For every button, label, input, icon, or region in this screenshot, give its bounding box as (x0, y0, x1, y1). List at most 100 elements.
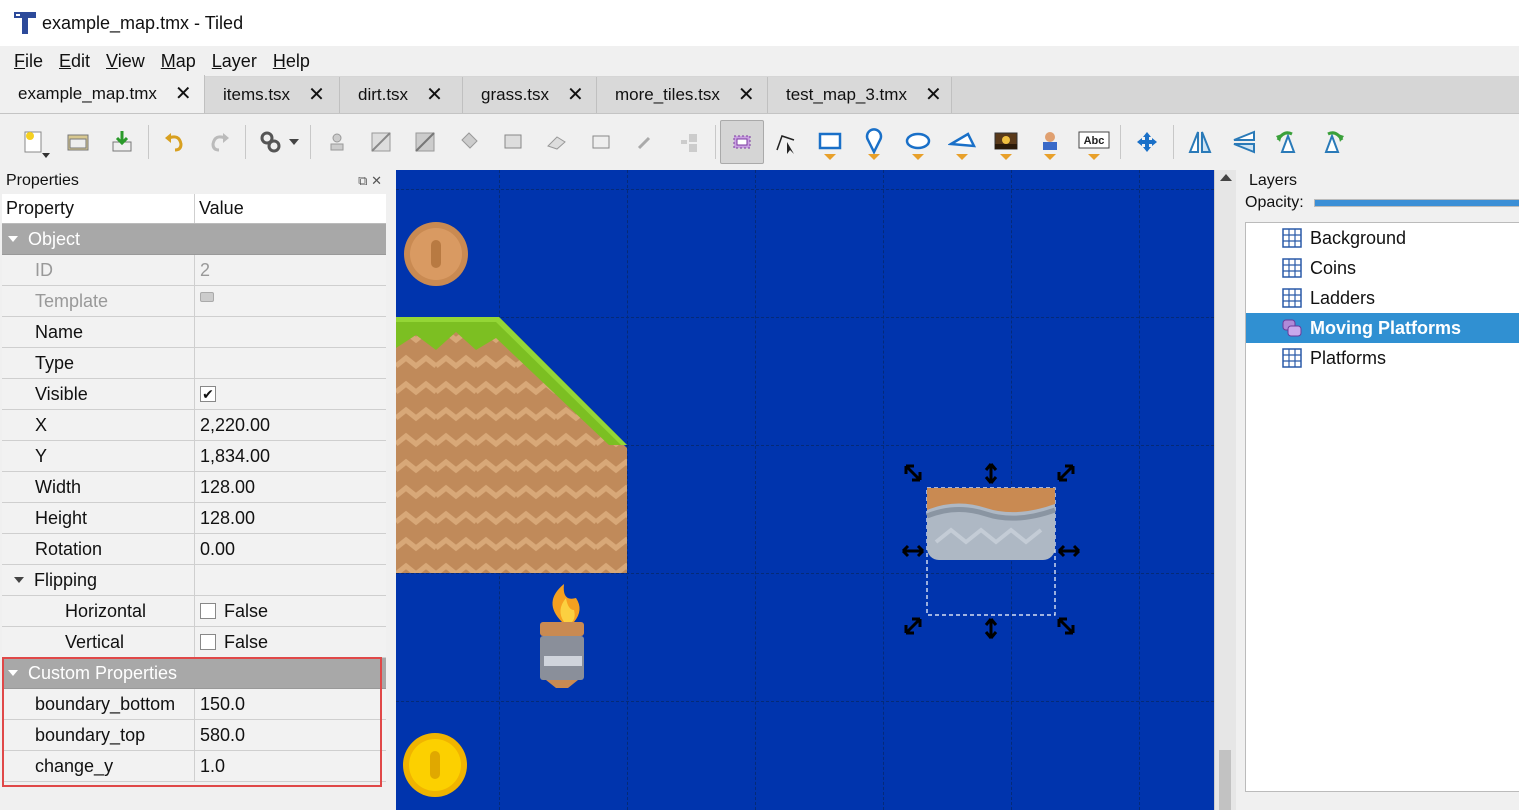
group-object[interactable]: Object (2, 224, 386, 255)
bucket-fill-button[interactable] (447, 120, 491, 164)
stamp-brush-button[interactable] (315, 120, 359, 164)
column-header-value[interactable]: Value (195, 194, 386, 223)
layer-item-background[interactable]: Background (1246, 223, 1519, 253)
rotate-left-button[interactable] (1266, 120, 1310, 164)
tab-label: example_map.tmx (18, 84, 157, 103)
close-icon[interactable]: ✕ (925, 85, 942, 105)
move-tool-button[interactable] (1125, 120, 1169, 164)
menu-layer[interactable]: Layer (204, 51, 265, 72)
property-value: 2 (200, 259, 211, 280)
rotate-right-button[interactable] (1310, 120, 1354, 164)
tile-layer-icon (1282, 288, 1302, 308)
property-row-horizontal[interactable]: Horizontal False (2, 596, 386, 627)
save-button[interactable] (100, 120, 144, 164)
y-field[interactable]: 1,834.00 (195, 441, 386, 471)
toolbar-separator (1120, 125, 1121, 159)
select-same-tile-button[interactable] (667, 120, 711, 164)
insert-template-button[interactable] (1028, 120, 1072, 164)
property-key: Width (2, 472, 195, 502)
property-row-height[interactable]: Height 128.00 (2, 503, 386, 534)
layer-item-platforms[interactable]: Platforms (1246, 343, 1519, 373)
layer-item-coins[interactable]: Coins (1246, 253, 1519, 283)
flip-horizontal-button[interactable] (1178, 120, 1222, 164)
map-canvas[interactable] (396, 170, 1214, 810)
height-field[interactable]: 128.00 (195, 503, 386, 533)
property-row-rotation[interactable]: Rotation 0.00 (2, 534, 386, 565)
tab-grass[interactable]: grass.tsx ✕ (463, 77, 597, 113)
select-objects-button[interactable] (720, 120, 764, 164)
collapse-triangle-icon[interactable] (14, 577, 24, 583)
width-field[interactable]: 128.00 (195, 472, 386, 502)
terrain-brush-button[interactable] (359, 120, 403, 164)
layer-item-moving-platforms[interactable]: Moving Platforms (1246, 313, 1519, 343)
magic-wand-button[interactable] (623, 120, 667, 164)
new-file-button[interactable] (12, 120, 56, 164)
menu-edit[interactable]: Edit (51, 51, 98, 72)
map-vertical-scrollbar[interactable] (1214, 170, 1236, 810)
rotation-field[interactable]: 0.00 (195, 534, 386, 564)
insert-polygon-button[interactable] (940, 120, 984, 164)
tab-dirt[interactable]: dirt.tsx ✕ (340, 77, 463, 113)
property-row-flipping[interactable]: Flipping (2, 565, 386, 596)
close-icon[interactable]: ✕ (308, 85, 325, 105)
scroll-thumb[interactable] (1219, 750, 1231, 810)
bronze-coin-icon[interactable] (404, 222, 468, 286)
close-icon[interactable]: ✕ (426, 85, 443, 105)
close-icon[interactable]: ✕ (738, 85, 755, 105)
rect-select-button[interactable] (579, 120, 623, 164)
type-field[interactable] (195, 348, 386, 378)
layer-item-ladders[interactable]: Ladders (1246, 283, 1519, 313)
undo-button[interactable] (153, 120, 197, 164)
float-icon[interactable]: ⧉ (358, 173, 367, 188)
property-row-y[interactable]: Y 1,834.00 (2, 441, 386, 472)
close-icon[interactable]: ✕ (371, 173, 382, 188)
property-row-width[interactable]: Width 128.00 (2, 472, 386, 503)
x-field[interactable]: 2,220.00 (195, 410, 386, 440)
insert-ellipse-button[interactable] (896, 120, 940, 164)
property-row-type[interactable]: Type (2, 348, 386, 379)
horizontal-checkbox[interactable] (200, 603, 216, 619)
menu-file[interactable]: File (6, 51, 51, 72)
collapse-triangle-icon[interactable] (8, 236, 18, 242)
vertical-checkbox[interactable] (200, 634, 216, 650)
eraser-button[interactable] (535, 120, 579, 164)
property-row-vertical[interactable]: Vertical False (2, 627, 386, 658)
dirt-hill-tile[interactable] (396, 317, 627, 573)
open-file-button[interactable] (56, 120, 100, 164)
visible-checkbox[interactable]: ✔ (200, 386, 216, 402)
group-label: Object (28, 228, 81, 249)
menu-map[interactable]: Map (153, 51, 204, 72)
opacity-slider[interactable] (1314, 199, 1519, 207)
insert-rectangle-button[interactable] (808, 120, 852, 164)
property-row-name[interactable]: Name (2, 317, 386, 348)
tab-example-map[interactable]: example_map.tmx ✕ (0, 75, 205, 113)
menu-help[interactable]: Help (265, 51, 318, 72)
insert-tile-button[interactable] (984, 120, 1028, 164)
property-key: Vertical (2, 627, 195, 657)
insert-point-button[interactable] (852, 120, 896, 164)
property-row-visible[interactable]: Visible ✔ (2, 379, 386, 410)
menu-view[interactable]: View (98, 51, 153, 72)
tab-items[interactable]: items.tsx ✕ (205, 77, 340, 113)
shape-fill-button[interactable] (491, 120, 535, 164)
gold-coin-icon[interactable] (403, 733, 467, 797)
redo-button[interactable] (197, 120, 241, 164)
wang-brush-button[interactable] (403, 120, 447, 164)
layer-label: Moving Platforms (1310, 317, 1462, 338)
tab-more-tiles[interactable]: more_tiles.tsx ✕ (597, 77, 768, 113)
flip-vertical-button[interactable] (1222, 120, 1266, 164)
close-icon[interactable]: ✕ (567, 85, 584, 105)
moving-platform-object[interactable] (926, 487, 1056, 616)
tab-test-map-3[interactable]: test_map_3.tmx ✕ (768, 77, 952, 113)
insert-text-button[interactable]: Abc (1072, 120, 1116, 164)
flip-horizontal-icon (1188, 131, 1212, 153)
flip-vertical-icon (1233, 130, 1255, 154)
commands-button[interactable] (250, 120, 306, 164)
column-header-property[interactable]: Property (2, 194, 195, 223)
torch-icon[interactable] (540, 584, 584, 688)
name-field[interactable] (195, 317, 386, 347)
scroll-up-arrow-icon[interactable] (1220, 174, 1232, 181)
close-icon[interactable]: ✕ (175, 84, 192, 104)
edit-polygons-button[interactable] (764, 120, 808, 164)
property-row-x[interactable]: X 2,220.00 (2, 410, 386, 441)
